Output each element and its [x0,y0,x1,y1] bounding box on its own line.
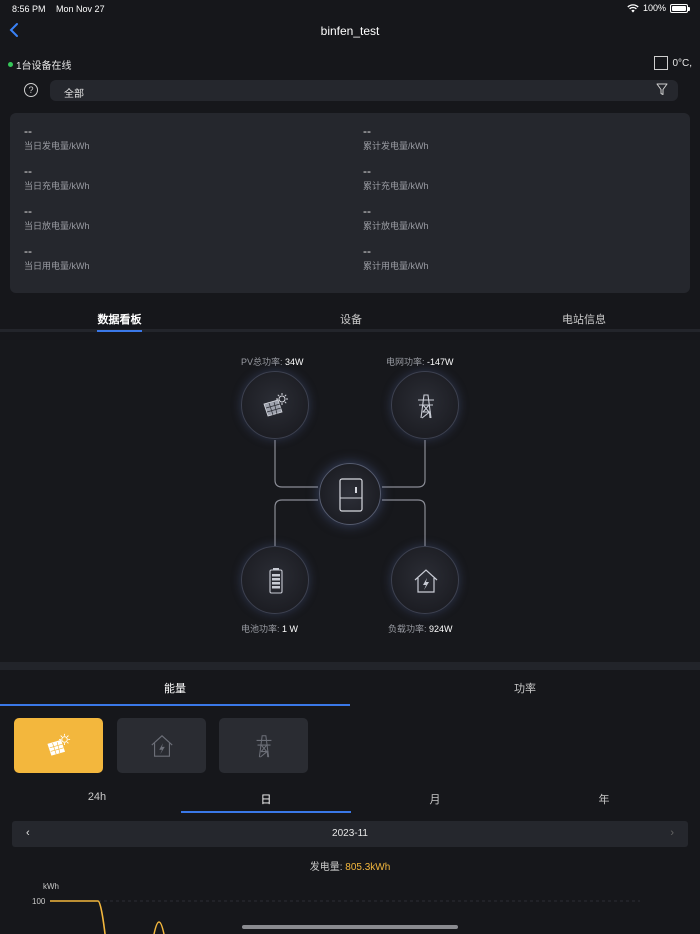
stat-item: -- 当日充电量/kWh [24,165,324,192]
energy-summary-card: -- 当日发电量/kWh -- 累计发电量/kWh -- 当日充电量/kWh -- 累计充电量… [10,113,690,293]
stat-value: -- [363,164,371,178]
power-tower-icon [418,394,434,419]
stat-item: -- 累计用电量/kWh [363,245,663,272]
stat-item: -- 累计放电量/kWh [363,205,663,232]
generation-summary: 发电量: 805.3kWh [0,858,700,873]
power-tower-icon [256,735,272,758]
stat-value: -- [363,124,371,138]
status-bar: 8:56 PM Mon Nov 27 100% [0,0,700,18]
online-status: 1台设备在线 [8,57,72,72]
series-line [50,900,165,934]
tab-dashboard[interactable]: 数据看板 [97,311,142,332]
generation-value: 805.3kWh [345,862,391,873]
wifi-icon [627,3,639,12]
tab-period-day[interactable]: 日 [181,791,351,813]
generation-label: 发电量: [309,862,343,873]
solar-panel-icon [263,393,288,417]
main-tabs: 数据看板 设备 电站信息 [0,306,700,332]
stat-item: -- 当日发电量/kWh [24,125,324,152]
y-axis-unit: kWh [43,882,59,891]
battery-percent: 100% [642,3,666,13]
pv-power-label: PV总功率: 34W [241,357,304,367]
home-load-icon [151,735,173,757]
status-time: 8:56 PM [12,4,46,14]
stat-value: -- [24,204,32,218]
online-dot-icon [8,62,13,67]
battery-storage-icon [269,568,283,594]
stat-item: -- 累计充电量/kWh [363,165,663,192]
stat-label: 累计充电量/kWh [363,181,429,191]
inverter-node[interactable] [319,463,381,525]
grid-node[interactable] [391,371,459,439]
help-icon[interactable]: ? [24,83,38,97]
device-filter[interactable]: 全部 [50,80,678,101]
stat-value: -- [24,124,32,138]
stat-value: -- [363,244,371,258]
stat-value: -- [24,164,32,178]
grid-power-value: -147W [427,357,454,367]
battery-power-label: 电池功率: 1 W [241,624,299,634]
temperature-text: 0°C, [672,57,692,69]
page-title: binfen_test [320,24,380,38]
battery-icon [670,3,690,13]
home-load-icon [414,569,438,593]
current-date[interactable]: 2023-11 [12,828,688,839]
load-power-value: 924W [429,624,453,634]
weather-icon [654,56,669,70]
date-navigator: ‹ 2023-11 › [12,821,688,847]
temperature-indicator: 0°C, [654,56,692,70]
home-indicator [242,925,458,929]
nav-bar: binfen_test [0,20,700,44]
y-tick-label: 100 [32,897,46,906]
status-date: Mon Nov 27 [56,4,105,14]
stat-value: -- [24,244,32,258]
tab-devices[interactable]: 设备 [330,311,372,327]
online-text: 1台设备在线 [16,61,72,72]
stat-label: 累计用电量/kWh [363,261,429,271]
stat-label: 累计发电量/kWh [363,141,429,151]
pv-power-value: 34W [285,357,304,367]
tab-power[interactable]: 功率 [350,680,700,696]
solar-panel-icon [47,733,71,756]
stat-item: -- 当日用电量/kWh [24,245,324,272]
battery-power-value: 1 W [282,624,299,634]
tab-energy[interactable]: 能量 [0,680,350,706]
inverter-icon [339,478,363,512]
stat-label: 当日发电量/kWh [24,141,90,151]
load-power-label: 负载功率: 924W [388,624,453,634]
stat-label: 当日充电量/kWh [24,181,90,191]
filter-icon[interactable] [656,83,668,96]
period-tabs: 24h 日 月 年 [0,788,700,813]
stat-value: -- [363,204,371,218]
tab-period-month[interactable]: 月 [350,791,520,807]
app-screen: 8:56 PM Mon Nov 27 100% binfen_test 1台设备… [0,0,700,934]
tab-station-info[interactable]: 电站信息 [556,311,612,327]
load-node[interactable] [391,546,459,614]
stat-item: -- 累计发电量/kWh [363,125,663,152]
battery-node[interactable] [241,546,309,614]
stat-label: 当日放电量/kWh [24,221,90,231]
stat-label: 累计放电量/kWh [363,221,429,231]
grid-power-label: 电网功率: -147W [386,357,454,367]
energy-flow-panel: PV总功率: 34W 电网功率: -147W 电池功率: 1 W 负载功率: 9… [0,340,700,662]
section-divider [0,662,700,670]
tab-period-year[interactable]: 年 [519,791,689,807]
tab-period-24h[interactable]: 24h [12,791,182,803]
category-pv-button[interactable] [14,718,103,773]
category-load-button[interactable] [117,718,206,773]
filter-label: 全部 [64,89,84,100]
next-date-button[interactable]: › [670,827,674,839]
category-grid-button[interactable] [219,718,308,773]
pv-node[interactable] [241,371,309,439]
stat-label: 当日用电量/kWh [24,261,90,271]
stat-item: -- 当日放电量/kWh [24,205,324,232]
chart-mode-tabs: 能量 功率 [0,674,700,706]
